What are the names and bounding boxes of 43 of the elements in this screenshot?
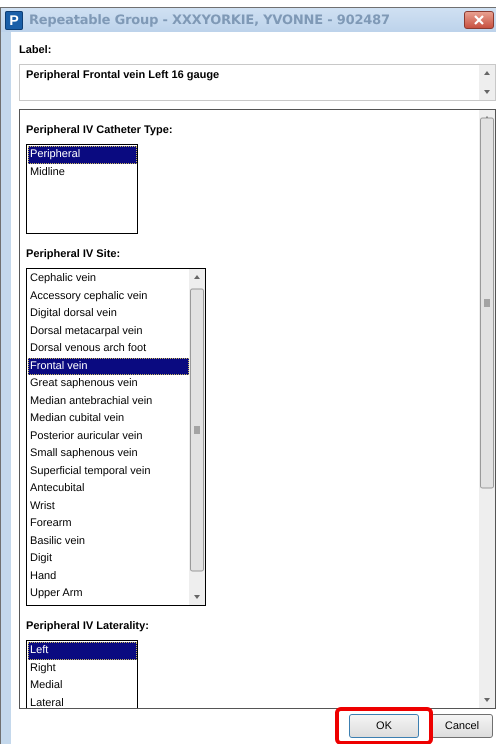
list-option[interactable]: Left [28,642,137,660]
list-option[interactable]: Superficial temporal vein [28,462,189,480]
list-option[interactable]: Small saphenous vein [28,445,189,462]
list-box[interactable]: Left Right Medial Lateral [26,640,138,708]
field-label: Peripheral IV Site: [26,247,122,262]
list-option[interactable]: Medial [28,677,137,694]
list-option[interactable]: Basilic vein [28,532,189,550]
scrollbar[interactable] [479,65,495,100]
list-option[interactable]: Midline [28,164,137,181]
list-option[interactable]: Hand [28,568,189,585]
list-option[interactable]: Median cubital vein [28,410,189,428]
list-option[interactable]: Frontal vein [28,358,189,375]
list-option[interactable]: Lateral [28,694,137,708]
list-option[interactable]: Median antebrachial vein [28,392,189,410]
cancel-button[interactable]: Cancel [431,714,493,738]
list-option[interactable]: Antecubital [28,480,189,498]
field-label: Peripheral IV Catheter Type: [26,123,174,138]
list-option[interactable]: Digit [28,550,189,568]
field-value: Peripheral Frontal vein Left 16 gauge [25,68,220,83]
window-title: Repeatable Group - XXXYORKIE, YVONNE - 902487 [29,12,390,28]
list-option[interactable]: Upper Arm [28,585,189,602]
list-option[interactable]: Dorsal metacarpal vein [28,322,189,340]
field-label: Peripheral IV Laterality: [26,619,150,634]
list-option[interactable]: Dorsal venous arch foot [28,340,189,358]
scrollbar[interactable] [189,269,205,605]
close-button[interactable] [464,11,494,29]
list-option[interactable]: Accessory cephalic vein [28,288,189,305]
list-option[interactable]: Peripheral [28,146,137,164]
list-box[interactable] [26,268,206,606]
list-option[interactable]: Wrist [28,498,189,515]
scrollbar[interactable] [479,110,495,708]
list-box[interactable]: Peripheral Midline [26,144,138,234]
list-option[interactable]: Great saphenous vein [28,375,189,392]
app-logo: P [5,10,23,30]
ok-button[interactable]: OK [349,714,419,738]
list-option[interactable]: Cephalic vein [28,270,189,288]
field-label: Label: [19,43,52,58]
label-field[interactable]: Peripheral Frontal vein Left 16 gauge [19,64,496,101]
list-option[interactable]: Posterior auricular vein [28,428,189,445]
list-option[interactable]: Digital dorsal vein [28,305,189,322]
list-option[interactable]: Right [28,660,137,677]
close-icon [473,15,485,25]
list-option[interactable]: Forearm [28,515,189,532]
